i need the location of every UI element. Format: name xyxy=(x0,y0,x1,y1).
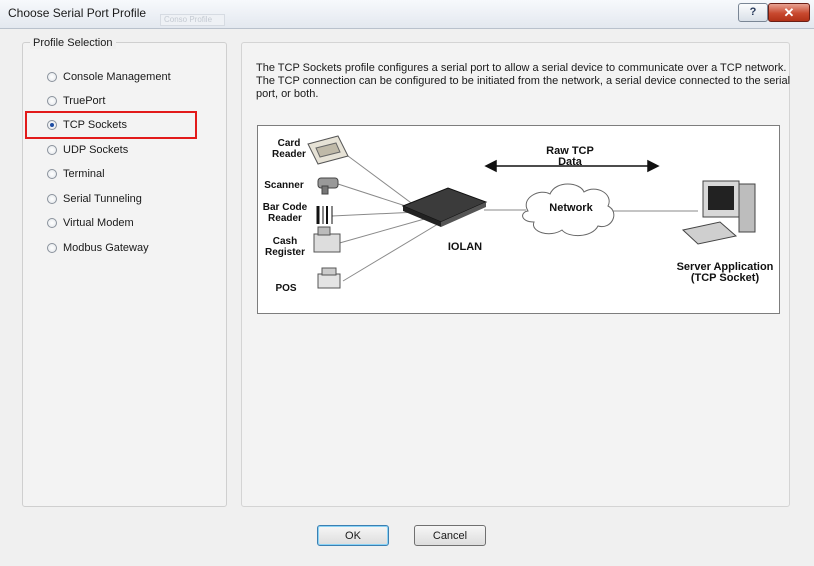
pos-terminal-icon xyxy=(317,267,341,289)
radio-serial-tunneling[interactable]: Serial Tunneling xyxy=(47,191,142,207)
radio-icon[interactable] xyxy=(47,145,57,155)
label-cash-register: Cash Register xyxy=(264,236,305,258)
radio-label: Serial Tunneling xyxy=(63,193,142,205)
radio-trueport[interactable]: TruePort xyxy=(47,93,105,109)
radio-console-management[interactable]: Console Management xyxy=(47,69,171,85)
radio-icon[interactable] xyxy=(47,218,57,228)
label-network: Network xyxy=(549,202,593,214)
radio-icon[interactable] xyxy=(47,96,57,106)
radio-icon[interactable] xyxy=(47,72,57,82)
profile-selection-label: Profile Selection xyxy=(30,37,116,49)
description-line: The TCP Sockets profile configures a ser… xyxy=(256,62,787,74)
radio-label: UDP Sockets xyxy=(63,144,129,156)
label-card-reader: Card Reader xyxy=(272,138,306,160)
radio-label: Terminal xyxy=(63,168,105,180)
selection-highlight-box xyxy=(25,111,197,139)
diagram-graphic xyxy=(307,135,756,289)
background-window-ghost: Conso Profile xyxy=(160,14,225,26)
radio-label: Modbus Gateway xyxy=(63,242,149,254)
barcode-icon xyxy=(316,206,333,224)
label-pos: POS xyxy=(275,283,297,294)
radio-label: Console Management xyxy=(63,71,171,83)
card-reader-icon xyxy=(307,135,349,165)
radio-udp-sockets[interactable]: UDP Sockets xyxy=(47,142,128,158)
help-button[interactable]: ? xyxy=(738,3,768,22)
radio-icon[interactable] xyxy=(47,243,57,253)
server-computer-icon xyxy=(681,180,756,245)
label-server-application: Server Application (TCP Socket) xyxy=(676,261,774,284)
description-line: port, or both. xyxy=(256,88,319,100)
title-bar: Choose Serial Port Profile Conso Profile… xyxy=(0,0,814,29)
radio-label: TruePort xyxy=(63,95,106,107)
radio-modbus-gateway[interactable]: Modbus Gateway xyxy=(47,240,149,256)
description-line: The TCP connection can be configured to … xyxy=(256,75,791,87)
cash-register-icon xyxy=(313,226,341,253)
radio-virtual-modem[interactable]: Virtual Modem xyxy=(47,215,134,231)
radio-terminal[interactable]: Terminal xyxy=(47,166,105,182)
label-raw-tcp-data: Raw TCP Data xyxy=(546,145,594,168)
label-scanner: Scanner xyxy=(264,180,304,191)
window-title: Choose Serial Port Profile xyxy=(8,6,147,20)
ok-button[interactable]: OK xyxy=(317,525,389,546)
label-iolan: IOLAN xyxy=(447,241,483,253)
tcp-sockets-diagram: Card Reader Scanner Bar Code Reader Cash Re… xyxy=(257,125,780,314)
radio-icon[interactable] xyxy=(47,194,57,204)
radio-label: Virtual Modem xyxy=(63,217,134,229)
cancel-button[interactable]: Cancel xyxy=(414,525,486,546)
radio-icon[interactable] xyxy=(47,169,57,179)
close-button[interactable]: ✕ xyxy=(768,3,810,22)
scanner-icon xyxy=(317,177,339,195)
label-bar-code-reader: Bar Code Reader xyxy=(262,202,308,224)
